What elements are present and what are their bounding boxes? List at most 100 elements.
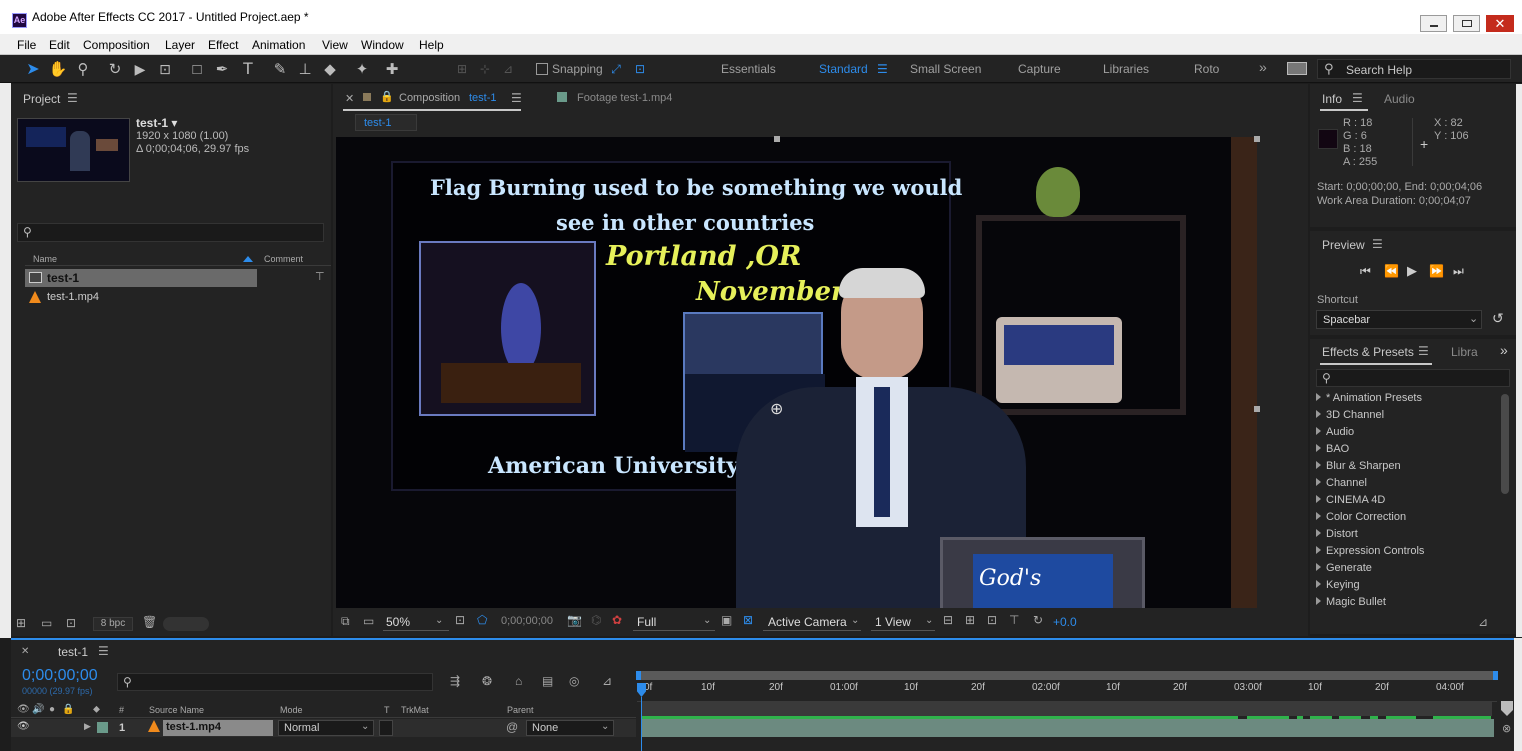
comp-tab-label[interactable]: Composition [399, 92, 460, 104]
timeline-tab[interactable]: test-1 [58, 645, 88, 659]
effect-category[interactable]: Channel [1316, 477, 1367, 489]
channel-icon[interactable]: ✿ [612, 613, 622, 627]
effect-category[interactable]: Generate [1316, 562, 1372, 574]
preview-tab[interactable]: Preview [1322, 238, 1365, 252]
interpret-footage-icon[interactable]: ⊞ [16, 616, 26, 630]
monitor-icon[interactable]: ▭ [363, 614, 374, 628]
resolution-dropdown[interactable]: Full ⌄ [633, 613, 715, 631]
view-layout-dropdown[interactable]: 1 View ⌄ [871, 613, 935, 631]
column-comment[interactable]: Comment [264, 254, 303, 264]
lock-switch-icon[interactable]: 🔒 [62, 704, 74, 715]
timeline-icon[interactable]: ⊡ [987, 613, 997, 627]
menu-edit[interactable]: Edit [49, 38, 70, 52]
first-frame-icon[interactable]: ⏮ [1360, 264, 1371, 279]
solo-switch-icon[interactable]: ● [49, 704, 55, 715]
frame-blending-icon[interactable]: ▤ [542, 674, 553, 688]
region-of-interest-icon[interactable]: ▣ [721, 613, 732, 627]
trash-icon[interactable]: 🗑 [142, 615, 157, 629]
layer-handle-right[interactable] [1254, 406, 1260, 412]
menu-composition[interactable]: Composition [83, 38, 150, 52]
effect-category[interactable]: Blur & Sharpen [1316, 460, 1401, 472]
selection-tool-icon[interactable]: ➤ [23, 59, 43, 79]
draft-3d-icon[interactable]: ❂ [482, 674, 492, 688]
snapping-checkbox[interactable] [536, 63, 548, 75]
menu-effect[interactable]: Effect [208, 38, 238, 52]
fit-icon[interactable]: ⊡ [455, 613, 465, 627]
effect-category[interactable]: Audio [1316, 426, 1354, 438]
effect-category[interactable]: * Animation Presets [1316, 392, 1422, 404]
video-switch-icon[interactable]: 👁 [17, 704, 30, 715]
workspace-essentials[interactable]: Essentials [721, 62, 776, 76]
effect-category[interactable]: Magic Bullet [1316, 596, 1386, 608]
layer-handle-top[interactable] [774, 136, 780, 142]
effect-category[interactable]: BAO [1316, 443, 1349, 455]
local-axis-icon[interactable]: ⊞ [452, 59, 472, 79]
magnification-dropdown[interactable]: 50% ⌄ [383, 613, 449, 631]
effect-category[interactable]: Distort [1316, 528, 1358, 540]
preserve-transparency-toggle[interactable] [379, 720, 393, 736]
effect-category[interactable]: Color Correction [1316, 511, 1406, 523]
video-frame[interactable]: Flag Burning used to be something we wou… [336, 137, 1257, 608]
new-folder-icon[interactable]: ▭ [41, 616, 52, 630]
pen-tool-icon[interactable]: ✒ [212, 59, 232, 79]
time-navigator-bar[interactable] [637, 671, 1497, 680]
menu-file[interactable]: File [17, 38, 36, 52]
composition-mini-flowchart-icon[interactable]: ⇶ [450, 674, 460, 688]
shortcut-dropdown[interactable]: Spacebar ⌄ [1316, 310, 1482, 329]
world-axis-icon[interactable]: ⊹ [475, 59, 495, 79]
libraries-tab[interactable]: Libra [1451, 345, 1478, 359]
workspace-roto[interactable]: Roto [1194, 62, 1219, 76]
type-tool-icon[interactable]: T [238, 59, 258, 79]
workspace-small-screen[interactable]: Small Screen [910, 62, 981, 76]
motion-blur-icon[interactable]: ◎ [569, 674, 579, 688]
effect-category[interactable]: 3D Channel [1316, 409, 1384, 421]
camera-tool-icon[interactable]: ▶ [130, 59, 150, 79]
effect-category[interactable]: Keying [1316, 579, 1360, 591]
last-frame-icon[interactable]: ⏭ [1453, 264, 1464, 279]
current-time-display[interactable]: 0;00;00;00 [22, 667, 98, 685]
pick-whip-icon[interactable]: @ [506, 720, 518, 734]
panel-menu-icon[interactable]: ☰ [98, 644, 109, 658]
label-tag-icon[interactable]: ⬥ [93, 704, 100, 715]
info-tab[interactable]: Info [1322, 92, 1342, 106]
transparency-grid-icon[interactable]: ⊠ [743, 613, 753, 627]
mask-visibility-icon[interactable]: ⬠ [477, 613, 487, 627]
show-snapshot-icon[interactable]: ⌬ [591, 613, 601, 627]
audio-switch-icon[interactable]: 🔊 [32, 704, 44, 715]
zoom-tool-icon[interactable]: ⚲ [73, 59, 93, 79]
timeline-search-input[interactable]: ⚲ [117, 673, 433, 691]
maximize-button[interactable] [1453, 15, 1480, 32]
effect-category[interactable]: CINEMA 4D [1316, 494, 1385, 506]
graph-editor-icon[interactable]: ⊿ [602, 674, 612, 688]
close-tab-icon[interactable]: ✕ [345, 92, 354, 105]
snapshot-icon[interactable]: 📷 [567, 613, 582, 627]
menu-layer[interactable]: Layer [165, 38, 195, 52]
close-button[interactable]: ✕ [1486, 15, 1514, 32]
project-search-input[interactable]: ⚲ [17, 223, 324, 242]
flowchart-icon[interactable]: ⊤ [315, 270, 325, 283]
comp-tab-name[interactable]: test-1 [469, 92, 497, 104]
previous-frame-icon[interactable]: ⏪ [1384, 264, 1399, 278]
search-help-input[interactable]: ⚲ Search Help [1317, 59, 1511, 79]
panel-menu-icon[interactable]: ☰ [1372, 237, 1383, 251]
more-workspaces-icon[interactable]: » [1259, 59, 1267, 75]
expand-arrow-icon[interactable]: ▶ [84, 721, 91, 732]
audio-tab[interactable]: Audio [1384, 92, 1415, 106]
hand-tool-icon[interactable]: ✋ [48, 59, 68, 79]
effects-search-input[interactable]: ⚲ [1316, 369, 1510, 387]
eye-icon[interactable]: 👁 [17, 721, 30, 732]
menu-window[interactable]: Window [361, 38, 404, 52]
always-preview-icon[interactable]: ⧉ [341, 614, 350, 629]
menu-animation[interactable]: Animation [252, 38, 305, 52]
menu-view[interactable]: View [322, 38, 348, 52]
toggle-pixel-aspect-icon[interactable]: ⊟ [943, 613, 953, 627]
panel-menu-icon[interactable]: ☰ [1418, 344, 1429, 358]
layer-color-label-icon[interactable] [97, 722, 108, 733]
workspace-menu-icon[interactable]: ☰ [877, 62, 888, 76]
snap-options-icon[interactable]: ⤢ [606, 59, 626, 79]
play-icon[interactable]: ▶ [1407, 263, 1417, 279]
work-area-bar[interactable] [642, 701, 1492, 716]
project-row[interactable]: test-1 [25, 269, 257, 287]
rotation-tool-icon[interactable]: ↻ [105, 59, 125, 79]
new-preset-icon[interactable]: ⊿ [1478, 615, 1488, 629]
